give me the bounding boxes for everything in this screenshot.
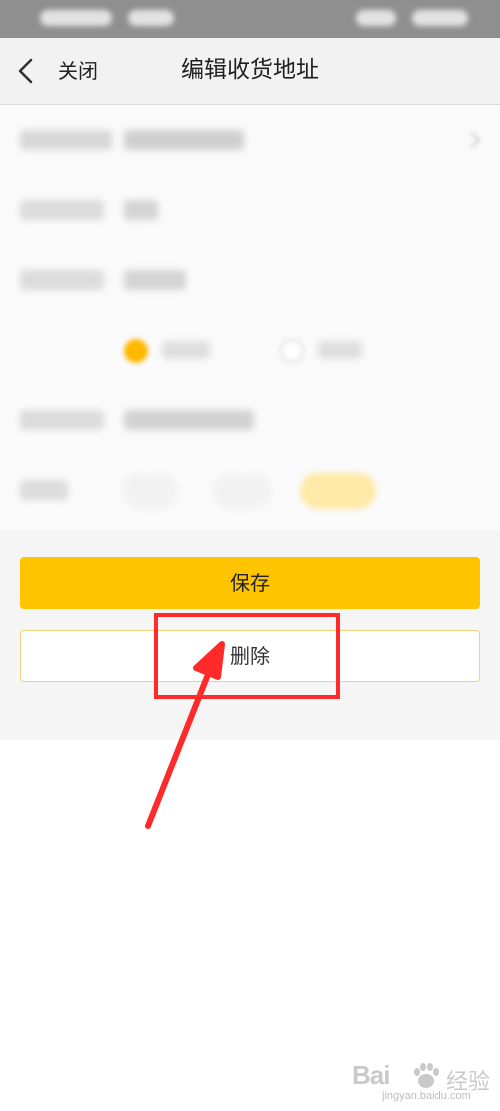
row-label-blurred	[20, 270, 104, 290]
row-label-blurred	[20, 480, 68, 500]
watermark: Bai 经验 jingyan.baidu.com	[352, 1060, 492, 1104]
tag-option-blurred[interactable]	[212, 473, 272, 509]
status-time-blurred	[40, 10, 112, 26]
address-form	[0, 105, 500, 530]
page-title: 编辑收货地址	[181, 57, 319, 83]
row-value-blurred	[124, 270, 186, 290]
form-row-phone[interactable]	[0, 385, 500, 455]
status-signal-blurred	[356, 10, 396, 26]
gender-radio-group	[0, 315, 500, 385]
form-row-region[interactable]	[0, 105, 500, 175]
tag-option-selected-blurred[interactable]	[300, 473, 376, 509]
form-row-contact[interactable]	[0, 245, 500, 315]
row-label-blurred	[20, 130, 112, 150]
radio-label-blurred	[318, 341, 362, 359]
watermark-brand: Bai	[352, 1060, 390, 1090]
row-value-blurred	[124, 130, 244, 150]
baidu-paw-icon	[414, 1063, 439, 1088]
form-row-tag	[0, 455, 500, 525]
save-button[interactable]: 保存	[20, 557, 480, 609]
annotation-highlight-box	[154, 613, 340, 699]
status-battery-blurred	[412, 10, 468, 26]
radio-selected-blurred[interactable]	[124, 339, 148, 363]
row-label-blurred	[20, 410, 104, 430]
status-bar	[0, 0, 500, 38]
chevron-right-icon	[470, 131, 481, 149]
row-label-blurred	[20, 200, 104, 220]
tag-option-blurred[interactable]	[122, 473, 178, 509]
row-value-blurred	[124, 410, 254, 430]
radio-unselected-blurred[interactable]	[280, 339, 304, 363]
header: 关闭 编辑收货地址	[0, 38, 500, 105]
radio-label-blurred	[162, 341, 210, 359]
row-value-blurred	[124, 200, 158, 220]
form-row-street[interactable]	[0, 175, 500, 245]
watermark-url: jingyan.baidu.com	[382, 1090, 471, 1102]
status-info-blurred	[128, 10, 174, 26]
empty-area	[0, 740, 500, 1111]
form-row-gender	[0, 315, 500, 385]
